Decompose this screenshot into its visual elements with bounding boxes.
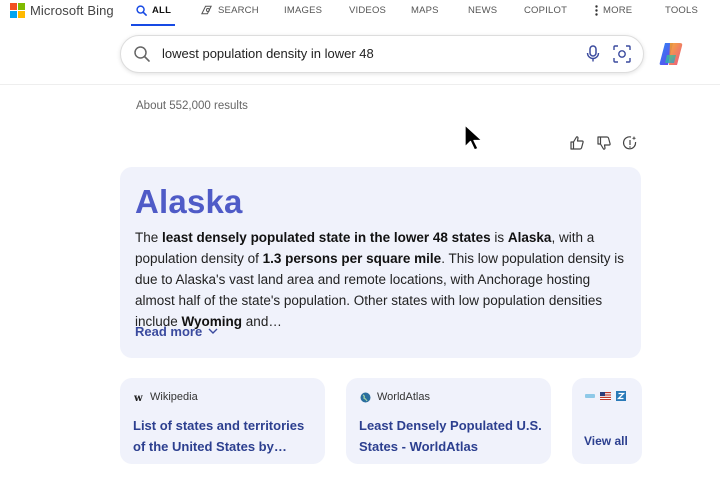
- tab-news-label: NEWS: [468, 4, 498, 16]
- answer-text-segment: is: [490, 230, 508, 245]
- tab-news[interactable]: NEWS: [468, 3, 497, 17]
- answer-card: Alaska The least densely populated state…: [120, 167, 641, 358]
- answer-text-segment: The: [135, 230, 163, 245]
- search-input[interactable]: lowest population density in lower 48: [162, 46, 374, 61]
- source-site-name: WorldAtlas: [377, 391, 430, 403]
- answer-bold-segment: Alaska: [507, 230, 552, 245]
- thumbs-up-icon[interactable]: [569, 135, 585, 151]
- read-more-label: Read more: [135, 324, 203, 339]
- answer-text-segment: and…: [242, 314, 282, 329]
- source-header: w Wikipedia: [134, 391, 198, 403]
- view-all-card[interactable]: View all: [572, 378, 642, 464]
- tab-tools-label: TOOLS: [665, 4, 699, 16]
- search-icon[interactable]: [133, 45, 151, 63]
- source-favicon-icon: [616, 391, 626, 401]
- source-card-worldatlas[interactable]: WorldAtlas Least Densely Populated U.S. …: [346, 378, 551, 464]
- answer-title: Alaska: [135, 183, 243, 220]
- brand-name: Microsoft Bing: [30, 3, 114, 18]
- tab-search-label: SEARCH: [218, 4, 259, 16]
- tab-maps[interactable]: MAPS: [411, 3, 439, 17]
- answer-summary: The least densely populated state in the…: [135, 227, 633, 332]
- active-tab-indicator: [131, 24, 175, 26]
- source-title-link[interactable]: Least Densely Populated U.S. States - Wo…: [359, 415, 544, 457]
- tab-videos-label: VIDEOS: [349, 4, 387, 16]
- tab-tools[interactable]: TOOLS: [665, 3, 698, 17]
- share-feedback-icon[interactable]: [622, 135, 638, 151]
- bing-logo[interactable]: Microsoft Bing: [10, 3, 114, 18]
- more-vertical-icon: [595, 4, 598, 16]
- search-icon: [136, 4, 147, 16]
- mouse-cursor-icon: [464, 124, 486, 152]
- source-favicon-icon: [585, 394, 595, 398]
- answer-bold-segment: least densely populated state in the low…: [162, 230, 491, 245]
- chevron-down-icon: [208, 328, 218, 334]
- answer-bold-segment: 1.3 persons per square mile: [262, 251, 442, 266]
- tab-images-label: IMAGES: [284, 4, 323, 16]
- tab-more-label: MORE: [603, 4, 633, 16]
- us-flag-icon: [600, 392, 611, 400]
- wikipedia-icon: w: [134, 393, 143, 402]
- visual-search-icon[interactable]: [613, 45, 631, 63]
- source-title-link[interactable]: List of states and territories of the Un…: [133, 415, 318, 457]
- tab-copilot-label: COPILOT: [524, 4, 568, 16]
- read-more-button[interactable]: Read more: [135, 324, 218, 339]
- copilot-search-icon: [201, 5, 212, 15]
- thumbs-down-icon[interactable]: [596, 135, 612, 151]
- results-count: About 552,000 results: [136, 100, 248, 112]
- tab-search[interactable]: SEARCH: [200, 3, 259, 17]
- microsoft-logo-icon: [10, 3, 25, 18]
- microphone-icon[interactable]: [585, 45, 601, 63]
- tab-all[interactable]: ALL: [136, 3, 171, 17]
- source-card-wikipedia[interactable]: w Wikipedia List of states and territori…: [120, 378, 325, 464]
- top-nav: Microsoft Bing ALL SEARCH IMAGES VIDEOS …: [0, 0, 720, 34]
- view-all-link[interactable]: View all: [584, 434, 628, 448]
- source-site-name: Wikipedia: [150, 391, 198, 403]
- tab-all-label: ALL: [152, 4, 172, 16]
- source-icons: [585, 391, 626, 401]
- header-divider: [0, 84, 720, 85]
- copilot-logo-icon[interactable]: [656, 39, 686, 69]
- worldatlas-icon: [360, 392, 371, 402]
- svg-text:w: w: [134, 393, 143, 402]
- tab-more[interactable]: MORE: [595, 3, 632, 17]
- tab-copilot[interactable]: COPILOT: [524, 3, 567, 17]
- search-box[interactable]: lowest population density in lower 48: [120, 35, 644, 73]
- tab-maps-label: MAPS: [411, 4, 439, 16]
- tab-videos[interactable]: VIDEOS: [349, 3, 386, 17]
- source-header: WorldAtlas: [360, 391, 430, 403]
- tab-images[interactable]: IMAGES: [284, 3, 322, 17]
